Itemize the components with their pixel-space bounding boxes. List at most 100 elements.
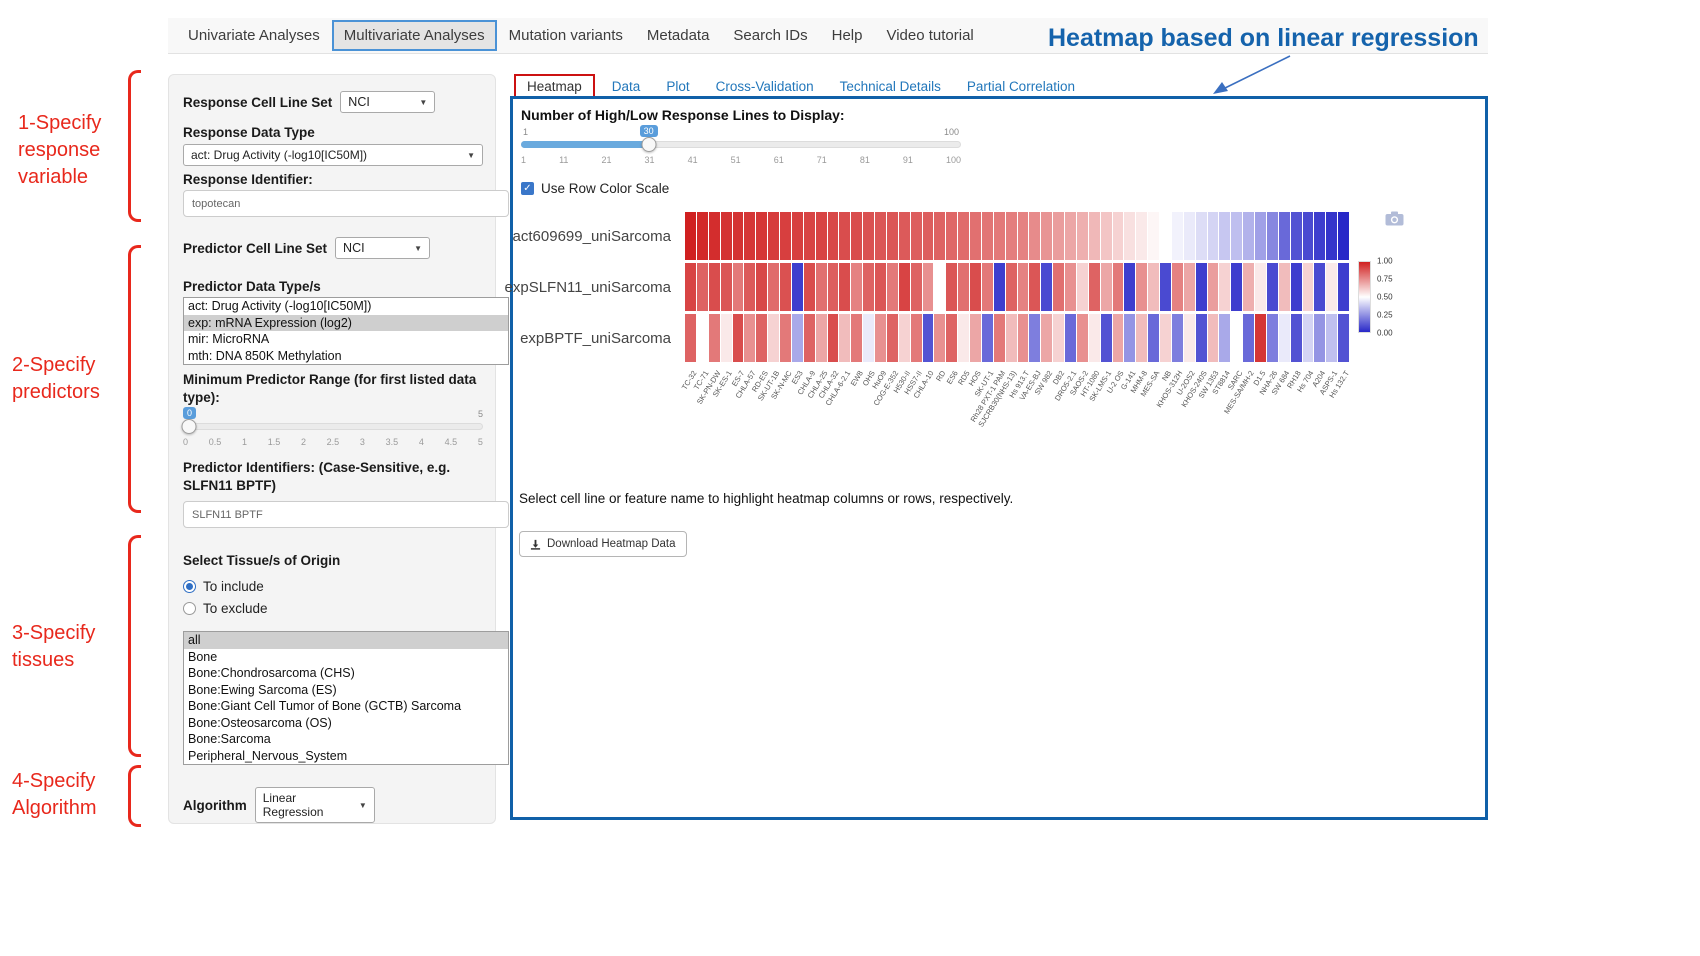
heatmap-cell[interactable] [1053,212,1064,260]
heatmap-cell[interactable] [1077,314,1088,362]
heatmap-cell[interactable] [780,263,791,311]
heatmap-cell[interactable] [1255,263,1266,311]
heatmap-cell[interactable] [709,263,720,311]
heatmap-cell[interactable] [1184,263,1195,311]
heatmap-cell[interactable] [851,263,862,311]
heatmap-cell[interactable] [1326,212,1337,260]
heatmap-cell[interactable] [1303,212,1314,260]
heatmap-cell[interactable] [1089,263,1100,311]
heatmap-cell[interactable] [1231,212,1242,260]
heatmap-cell[interactable] [1243,212,1254,260]
heatmap-cell[interactable] [946,212,957,260]
heatmap-cell[interactable] [946,314,957,362]
list-option-bone-giant-cell-tumor-of-bone-gctb-sarcoma[interactable]: Bone:Giant Cell Tumor of Bone (GCTB) Sar… [184,698,508,715]
heatmap-cell[interactable] [1219,212,1230,260]
heatmap-cell[interactable] [1136,263,1147,311]
heatmap-cell[interactable] [721,212,732,260]
nav-tab-metadata[interactable]: Metadata [635,20,722,51]
heatmap-cell[interactable] [911,314,922,362]
heatmap-cell[interactable] [1231,314,1242,362]
heatmap-cell[interactable] [792,212,803,260]
heatmap-cell[interactable] [923,212,934,260]
heatmap-cell[interactable] [911,263,922,311]
heatmap-cell[interactable] [685,212,696,260]
heatmap-cell[interactable] [923,263,934,311]
heatmap-row-label[interactable]: expSLFN11_uniSarcoma [505,279,671,296]
heatmap-cell[interactable] [1089,314,1100,362]
heatmap-cell[interactable] [1065,212,1076,260]
heatmap-cell[interactable] [733,263,744,311]
heatmap-cell[interactable] [887,212,898,260]
heatmap-cell[interactable] [721,263,732,311]
predictor-data-types-listbox[interactable]: act: Drug Activity (-log10[IC50M])exp: m… [183,297,509,365]
slider-handle[interactable] [182,419,197,434]
heatmap-cell[interactable] [1018,212,1029,260]
heatmap-cell[interactable] [828,314,839,362]
heatmap-cell[interactable] [1113,314,1124,362]
heatmap-cell[interactable] [982,314,993,362]
list-option-peripheral-nervous-system[interactable]: Peripheral_Nervous_System [184,748,508,765]
heatmap-cell[interactable] [1041,212,1052,260]
heatmap-cell[interactable] [875,263,886,311]
heatmap-cell[interactable] [1338,263,1349,311]
heatmap-cell[interactable] [1124,212,1135,260]
heatmap-cell[interactable] [1184,314,1195,362]
tab-partial-correlation[interactable]: Partial Correlation [954,75,1088,98]
heatmap-cell[interactable] [994,212,1005,260]
heatmap-cell[interactable] [970,314,981,362]
heatmap-cell[interactable] [1041,263,1052,311]
list-option-mir-microrna[interactable]: mir: MicroRNA [184,331,508,348]
heatmap-cell[interactable] [1279,263,1290,311]
heatmap-cell[interactable] [934,263,945,311]
heatmap-cell[interactable] [887,314,898,362]
heatmap-cell[interactable] [1160,263,1171,311]
heatmap-cell[interactable] [899,212,910,260]
heatmap-cell[interactable] [934,314,945,362]
heatmap-cell[interactable] [863,314,874,362]
heatmap-cell[interactable] [958,212,969,260]
heatmap-cell[interactable] [1291,263,1302,311]
tissue-listbox[interactable]: allBoneBone:Chondrosarcoma (CHS)Bone:Ewi… [183,631,509,765]
nav-tab-univariate-analyses[interactable]: Univariate Analyses [176,20,332,51]
heatmap-cell[interactable] [839,263,850,311]
heatmap-cell[interactable] [1291,314,1302,362]
heatmap-cell[interactable] [1006,212,1017,260]
heatmap-cell[interactable] [1243,314,1254,362]
heatmap-cell[interactable] [804,263,815,311]
heatmap-cell[interactable] [1148,314,1159,362]
nav-tab-multivariate-analyses[interactable]: Multivariate Analyses [332,20,497,51]
heatmap-cell[interactable] [1172,212,1183,260]
heatmap-cell[interactable] [1160,212,1171,260]
heatmap-cell[interactable] [994,314,1005,362]
heatmap-cell[interactable] [792,263,803,311]
list-option-mth-dna-850k-methylation[interactable]: mth: DNA 850K Methylation [184,348,508,365]
heatmap-cell[interactable] [1006,314,1017,362]
tab-data[interactable]: Data [599,75,654,98]
heatmap-cell[interactable] [1077,212,1088,260]
heatmap-cell[interactable] [1124,314,1135,362]
heatmap-cell[interactable] [1208,263,1219,311]
predictor-identifiers-input[interactable] [183,501,509,528]
heatmap-cell[interactable] [744,263,755,311]
heatmap-cell[interactable] [685,314,696,362]
heatmap-cell[interactable] [697,314,708,362]
response-data-type-select[interactable]: act: Drug Activity (-log10[IC50M]) ▼ [183,144,483,166]
heatmap-cell[interactable] [780,314,791,362]
heatmap-cell[interactable] [1148,263,1159,311]
heatmap-cell[interactable] [780,212,791,260]
heatmap-cell[interactable] [863,263,874,311]
heatmap-cell[interactable] [1219,314,1230,362]
lines-slider[interactable]: 1 100 30 1112131415161718191100 [521,127,961,167]
checkbox-checked-icon[interactable]: ✓ [521,182,534,195]
min-predictor-range-slider[interactable]: 0 5 00.511.522.533.544.55 [183,409,483,449]
heatmap-cell[interactable] [875,212,886,260]
heatmap-cell[interactable] [1113,263,1124,311]
heatmap-cell[interactable] [744,212,755,260]
heatmap-cell[interactable] [1113,212,1124,260]
heatmap-cell[interactable] [1101,263,1112,311]
heatmap-cell[interactable] [1029,263,1040,311]
heatmap-cell[interactable] [1267,314,1278,362]
heatmap-row-label[interactable]: expBPTF_uniSarcoma [520,330,671,347]
heatmap-cell[interactable] [899,314,910,362]
heatmap-cell[interactable] [804,212,815,260]
